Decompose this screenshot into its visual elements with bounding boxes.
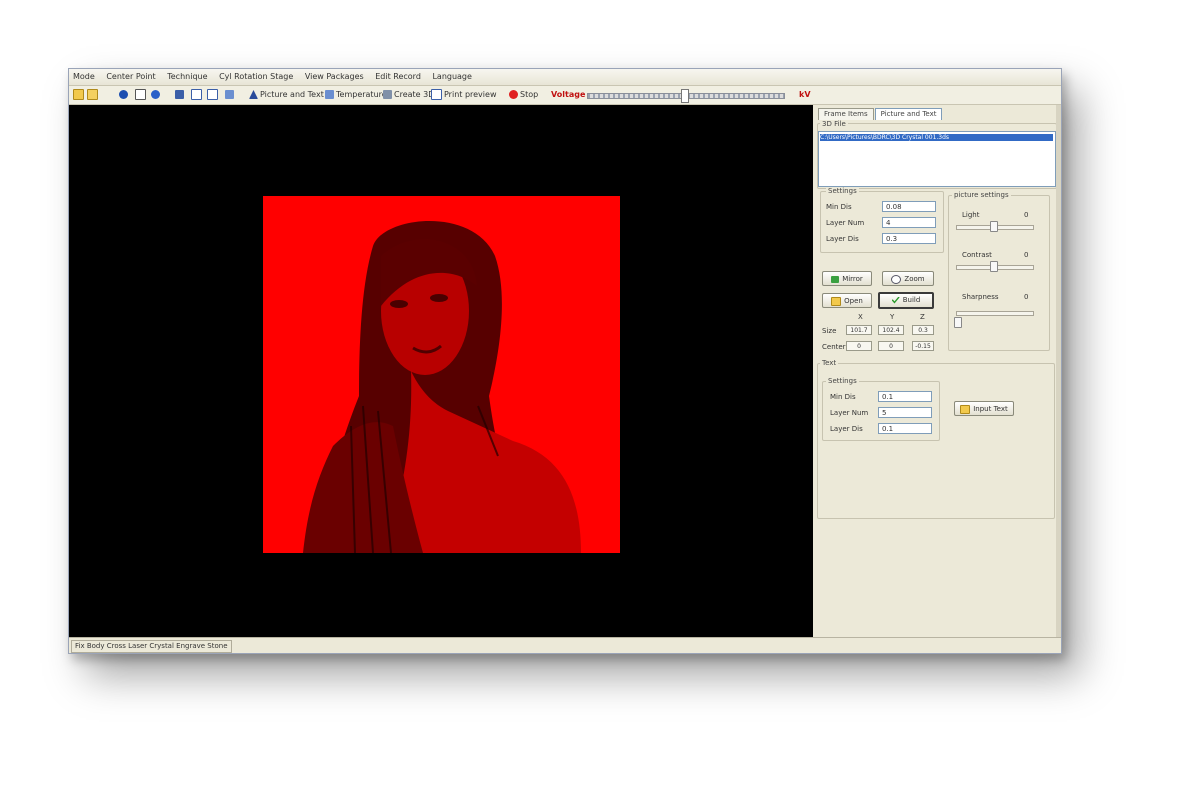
status-text: Fix Body Cross Laser Crystal Engrave Sto… bbox=[71, 640, 232, 653]
light-label: Light bbox=[962, 211, 980, 219]
folder-icon bbox=[960, 404, 971, 414]
tab-picture-and-text[interactable]: Picture and Text bbox=[874, 108, 943, 120]
print-preview-icon bbox=[431, 89, 442, 100]
size-x-field[interactable]: 101.7 bbox=[846, 325, 872, 335]
layer-num-label: Layer Num bbox=[826, 219, 865, 227]
menu-item-center-point[interactable]: Center Point bbox=[102, 69, 160, 81]
file-group-label: 3D File bbox=[820, 120, 848, 128]
preview-canvas[interactable] bbox=[69, 105, 813, 637]
checkmark-icon bbox=[891, 296, 900, 304]
status-bar: Fix Body Cross Laser Crystal Engrave Sto… bbox=[69, 637, 1061, 653]
build-button[interactable]: Build bbox=[878, 292, 934, 309]
app-window: Mode Center Point Technique Cyl Rotation… bbox=[68, 68, 1062, 654]
center-y-field[interactable]: 0 bbox=[878, 341, 904, 351]
zoom-icon bbox=[891, 274, 902, 284]
contrast-value: 0 bbox=[1024, 251, 1029, 259]
picture-text-button[interactable]: Picture and Text bbox=[249, 88, 324, 101]
center-label: Center bbox=[822, 343, 846, 351]
layer-dis-input[interactable]: 0.3 bbox=[882, 233, 936, 244]
text-layer-dis-input[interactable]: 0.1 bbox=[878, 423, 932, 434]
menu-item-view-packages[interactable]: View Packages bbox=[301, 69, 369, 81]
contrast-label: Contrast bbox=[962, 251, 992, 259]
file-list[interactable]: C:\Users\Pictures\BDRC\3D Crystal 001.3d… bbox=[818, 131, 1056, 187]
menu-item-cyl-rotation[interactable]: Cyl Rotation Stage bbox=[215, 69, 298, 81]
y-header: Y bbox=[890, 313, 895, 321]
new-icon[interactable] bbox=[73, 88, 86, 101]
center-z-field[interactable]: -0.15 bbox=[912, 341, 934, 351]
print-preview-button[interactable]: Print preview bbox=[431, 88, 496, 101]
sharpness-label: Sharpness bbox=[962, 293, 999, 301]
settings-panel: Frame Items Picture and Text 3D File C:\U… bbox=[816, 105, 1057, 637]
view-3d-icon[interactable] bbox=[225, 88, 236, 101]
portrait-image bbox=[303, 221, 581, 553]
menu-bar: Mode Center Point Technique Cyl Rotation… bbox=[69, 69, 1061, 86]
open-button[interactable]: Open bbox=[822, 293, 872, 308]
text-group-label: Text bbox=[820, 359, 839, 367]
toolbar: Picture and Text Temperature Create 3D P… bbox=[69, 86, 1061, 105]
size-y-field[interactable]: 102.4 bbox=[878, 325, 904, 335]
min-dis-input[interactable]: 0.08 bbox=[882, 201, 936, 212]
min-dis-label: Min Dis bbox=[826, 203, 852, 211]
text-layer-num-label: Layer Num bbox=[830, 409, 869, 417]
menu-item-edit-record[interactable]: Edit Record bbox=[371, 69, 426, 81]
menu-item-mode[interactable]: Mode bbox=[69, 69, 100, 81]
image-adjust-label: picture settings bbox=[952, 191, 1011, 199]
kv-label: kV bbox=[799, 90, 811, 99]
menu-item-technique[interactable]: Technique bbox=[163, 69, 212, 81]
sharpness-value: 0 bbox=[1024, 293, 1029, 301]
refresh-icon[interactable] bbox=[151, 88, 162, 101]
create-3d-button[interactable]: Create 3D bbox=[383, 88, 434, 101]
picture-settings-label: Settings bbox=[826, 187, 859, 195]
contrast-slider-thumb[interactable] bbox=[990, 261, 998, 272]
voltage-slider-thumb[interactable] bbox=[681, 89, 689, 103]
zoom-button[interactable]: Zoom bbox=[882, 271, 934, 286]
mirror-icon bbox=[831, 275, 840, 283]
x-header: X bbox=[858, 313, 863, 321]
light-slider-thumb[interactable] bbox=[990, 221, 998, 232]
rotate-icon[interactable] bbox=[119, 88, 130, 101]
layer-num-input[interactable]: 4 bbox=[882, 217, 936, 228]
sharpness-slider[interactable] bbox=[956, 311, 1034, 316]
text-layer-num-input[interactable]: 5 bbox=[878, 407, 932, 418]
size-label: Size bbox=[822, 327, 837, 335]
voltage-label: Voltage bbox=[551, 90, 586, 99]
open-folder-icon[interactable] bbox=[87, 88, 100, 101]
size-z-field[interactable]: 0.3 bbox=[912, 325, 934, 335]
input-text-button[interactable]: Input Text bbox=[954, 401, 1014, 416]
center-x-field[interactable]: 0 bbox=[846, 341, 872, 351]
view-front-icon[interactable] bbox=[175, 88, 186, 101]
text-layer-dis-label: Layer Dis bbox=[830, 425, 863, 433]
thermometer-icon bbox=[325, 90, 334, 99]
sharpness-slider-thumb[interactable] bbox=[954, 317, 962, 328]
z-header: Z bbox=[920, 313, 925, 321]
mirror-button[interactable]: Mirror bbox=[822, 271, 872, 286]
light-value: 0 bbox=[1024, 211, 1029, 219]
file-list-item-selected[interactable]: C:\Users\Pictures\BDRC\3D Crystal 001.3d… bbox=[820, 134, 1053, 141]
stop-icon bbox=[509, 90, 518, 99]
text-min-dis-input[interactable]: 0.1 bbox=[878, 391, 932, 402]
cube-icon bbox=[383, 90, 392, 99]
view-top-icon[interactable] bbox=[207, 88, 220, 101]
menu-item-language[interactable]: Language bbox=[428, 69, 476, 81]
tab-frame-items[interactable]: Frame Items bbox=[818, 108, 874, 120]
layer-dis-label: Layer Dis bbox=[826, 235, 859, 243]
text-icon bbox=[249, 90, 258, 99]
temperature-button[interactable]: Temperature bbox=[325, 88, 387, 101]
text-min-dis-label: Min Dis bbox=[830, 393, 856, 401]
engraving-photo-preview[interactable] bbox=[263, 196, 620, 553]
folder-icon bbox=[831, 296, 842, 306]
view-side-icon[interactable] bbox=[191, 88, 204, 101]
panel-scrollbar[interactable] bbox=[1056, 105, 1061, 637]
text-settings-label: Settings bbox=[826, 377, 859, 385]
stop-button[interactable]: Stop bbox=[509, 88, 538, 101]
pointer-icon[interactable] bbox=[135, 88, 148, 101]
